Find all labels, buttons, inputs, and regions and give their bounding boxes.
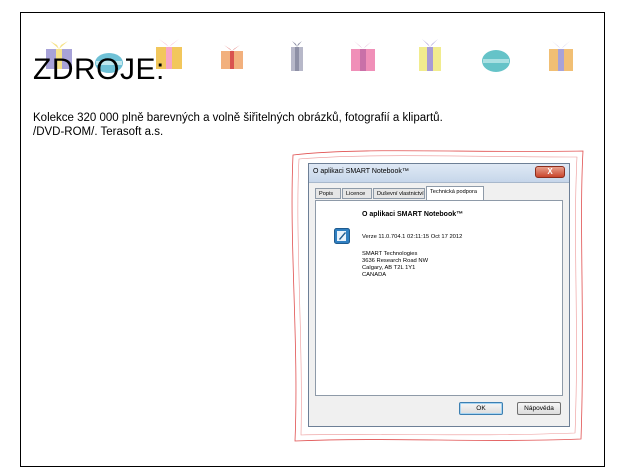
source-text: Kolekce 320 000 plně barevných a volně š… (33, 111, 443, 139)
about-dialog: O aplikaci SMART Notebook™ X Popis Licen… (308, 163, 570, 427)
gift-icon (351, 41, 375, 71)
help-button[interactable]: Nápověda (517, 402, 561, 415)
company-line: SMART Technologies (362, 251, 418, 257)
dialog-title: O aplikaci SMART Notebook™ (313, 168, 409, 175)
source-line-1: Kolekce 320 000 plně barevných a volně š… (33, 112, 443, 124)
smart-notebook-icon (334, 228, 350, 244)
panel-heading: O aplikaci SMART Notebook™ (362, 211, 464, 218)
gift-icon (419, 39, 441, 71)
version-text: Verze 11.0.704.1 02:11:15 Oct 17 2012 (362, 234, 463, 240)
source-line-2: /DVD-ROM/. Terasoft a.s. (33, 126, 164, 138)
tab-panel: O aplikaci SMART Notebook™ Verze 11.0.70… (315, 200, 563, 396)
gift-icon (221, 45, 243, 69)
gift-icon (291, 41, 303, 71)
slide-title: ZDROJE: (33, 53, 165, 86)
tab-dusevni-vlastnictvi[interactable]: Duševní vlastnictví (373, 188, 425, 199)
ok-button[interactable]: OK (459, 402, 503, 415)
close-button[interactable]: X (535, 166, 565, 178)
gift-icon (549, 41, 573, 71)
gift-icon (482, 50, 510, 72)
company-line: CANADA (362, 272, 387, 278)
tab-technicka-podpora[interactable]: Technická podpora (426, 186, 484, 200)
company-line: Calgary, AB T2L 1Y1 (362, 265, 416, 271)
dialog-titlebar[interactable]: O aplikaci SMART Notebook™ X (309, 164, 569, 183)
company-line: 3636 Research Road NW (362, 258, 429, 264)
tab-popis[interactable]: Popis (315, 188, 341, 199)
tab-licence[interactable]: Licence (342, 188, 372, 199)
